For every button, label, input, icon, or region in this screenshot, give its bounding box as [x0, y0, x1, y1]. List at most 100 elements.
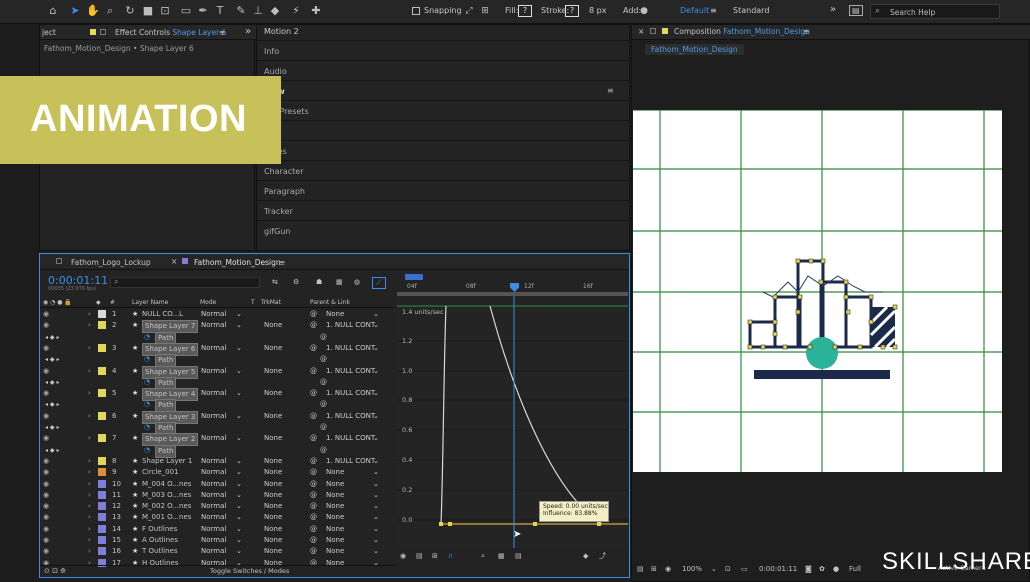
expand-arrow-icon[interactable]: ›	[88, 479, 91, 490]
trkmat-dropdown[interactable]: None	[264, 524, 282, 535]
label-color-swatch[interactable]	[98, 411, 106, 420]
keyframe-nav-icon[interactable]: ◂ ◆ ▸	[45, 445, 59, 456]
chevron-down-icon[interactable]: ⌄	[236, 501, 242, 512]
col-mode[interactable]: Mode	[200, 297, 216, 308]
mode-dropdown[interactable]: Normal	[201, 546, 226, 557]
layer-row[interactable]: ◉ › 6 ★ Shape Layer 3 Normal ⌄ None @1. NULL CON…	[40, 410, 395, 424]
chevron-down-icon[interactable]: ⌄	[236, 433, 242, 444]
pickwhip-icon[interactable]: @	[320, 332, 327, 343]
parent-dropdown[interactable]: 1. NULL CONT	[326, 456, 375, 467]
expand-arrow-icon[interactable]: ›	[88, 388, 91, 399]
chevron-down-icon[interactable]: ⌄	[373, 535, 379, 546]
zoom-level[interactable]: 100%	[682, 564, 702, 575]
panel-info[interactable]: Info	[264, 47, 279, 56]
pickwhip-icon[interactable]: @	[310, 535, 317, 546]
parent-dropdown[interactable]: None	[326, 467, 344, 478]
stopwatch-icon[interactable]: ◔	[144, 422, 150, 433]
close-tab-icon[interactable]: ×	[171, 257, 177, 266]
mode-dropdown[interactable]: Normal	[201, 467, 226, 478]
visibility-eye-icon[interactable]: ◉	[43, 535, 49, 546]
mode-dropdown[interactable]: Normal	[201, 411, 226, 422]
expand-arrow-icon[interactable]: ›	[88, 433, 91, 444]
label-color-swatch[interactable]	[98, 513, 106, 522]
comp-mini-flowchart-icon[interactable]: ⇆	[272, 277, 278, 288]
trkmat-dropdown[interactable]: None	[264, 366, 282, 377]
rotate-tool-icon[interactable]: ↻	[123, 4, 137, 18]
path-property-row[interactable]: ◂ ◆ ▸ ◔ Path @	[40, 376, 395, 390]
mode-dropdown[interactable]: Normal	[201, 320, 226, 331]
chevron-down-icon[interactable]: ⌄	[711, 564, 717, 575]
pickwhip-icon[interactable]: @	[320, 445, 327, 456]
pickwhip-icon[interactable]: @	[310, 501, 317, 512]
expand-arrow-icon[interactable]: ›	[88, 490, 91, 501]
pickwhip-icon[interactable]: @	[310, 467, 317, 478]
chevron-down-icon[interactable]: ⌄	[236, 388, 242, 399]
parent-dropdown[interactable]: 1. NULL CONT	[326, 366, 375, 377]
layer-name[interactable]: M_001 O...nes	[142, 512, 191, 523]
chevron-down-icon[interactable]: ⌄	[236, 512, 242, 523]
trkmat-dropdown[interactable]: None	[264, 411, 282, 422]
path-property-row[interactable]: ◂ ◆ ▸ ◔ Path @	[40, 354, 395, 368]
keyframe-nav-icon[interactable]: ◂ ◆ ▸	[45, 377, 59, 388]
label-color-swatch[interactable]	[98, 468, 106, 477]
sync-icon[interactable]: ▤	[849, 5, 863, 16]
close-tab-icon[interactable]: ×	[638, 27, 644, 36]
chevron-down-icon[interactable]: ⌄	[236, 535, 242, 546]
mode-dropdown[interactable]: Normal	[201, 433, 226, 444]
time-ruler[interactable]: 04f 08f 12f 16f	[397, 270, 628, 296]
hand-tool-icon[interactable]: ✋	[86, 4, 100, 18]
snap-magnet-icon[interactable]: ∩	[448, 551, 453, 562]
label-color-swatch[interactable]	[98, 490, 106, 499]
always-preview-icon[interactable]: ▤	[637, 564, 644, 575]
graph-editor[interactable]: 1.4 units/sec 1.2 1.0 0.8 0.6 0.4 0.2 0.…	[397, 296, 628, 548]
shy-layers-icon[interactable]: ☗	[316, 277, 322, 288]
pickwhip-icon[interactable]: @	[320, 422, 327, 433]
keyframe-nav-icon[interactable]: ◂ ◆ ▸	[45, 422, 59, 433]
visibility-eye-icon[interactable]: ◉	[43, 411, 49, 422]
layer-row[interactable]: ◉ › 8 ★ Shape Layer 1 Normal ⌄ None @1. NULL CON…	[40, 456, 395, 467]
visibility-eye-icon[interactable]: ◉	[43, 467, 49, 478]
visibility-eye-icon[interactable]: ◉	[43, 546, 49, 557]
safe-zones-icon[interactable]: ⊡	[725, 564, 731, 575]
search-input[interactable]: Search Help	[890, 8, 935, 17]
tab-composition[interactable]: Composition Fathom_Motion_Design	[674, 27, 810, 36]
layer-row[interactable]: ◉ › 16 ★ T Outlines Normal ⌄ None @ None ⌄	[40, 546, 395, 557]
layer-row[interactable]: ◉ › 1 ★ NULL CO...L Normal ⌄ @ None ⌄	[40, 309, 395, 320]
graph-editor-icon[interactable]: ⟋	[372, 277, 386, 289]
pickwhip-icon[interactable]: @	[310, 433, 317, 444]
workspace-default[interactable]: Default	[680, 6, 709, 15]
label-color-swatch[interactable]	[98, 434, 106, 443]
panel-tracker[interactable]: Tracker	[264, 207, 293, 216]
panel-audio[interactable]: Audio	[264, 67, 287, 76]
expand-arrow-icon[interactable]: ›	[88, 546, 91, 557]
search-help-box[interactable]: ⌕ Search Help	[870, 4, 1000, 19]
comp-subtab[interactable]: Fathom_Motion_Design	[645, 44, 744, 55]
mode-dropdown[interactable]: Normal	[201, 490, 226, 501]
trkmat-dropdown[interactable]: None	[264, 512, 282, 523]
chevron-down-icon[interactable]: ⌄	[236, 320, 242, 331]
stopwatch-icon[interactable]: ◔	[144, 332, 150, 343]
path-property-row[interactable]: ◂ ◆ ▸ ◔ Path @	[40, 444, 395, 458]
transform-box-icon[interactable]: ⊞	[432, 551, 438, 562]
col-trkmat[interactable]: TrkMat	[261, 297, 281, 308]
stopwatch-icon[interactable]: ◔	[144, 399, 150, 410]
parent-dropdown[interactable]: None	[326, 479, 344, 490]
text-tool-icon[interactable]: T	[213, 4, 227, 18]
timeline-search-input[interactable]: ⌕	[110, 277, 260, 288]
guides-icon[interactable]: ⊞	[651, 564, 657, 575]
chevron-down-icon[interactable]: ⌄	[373, 524, 379, 535]
mode-dropdown[interactable]: Normal	[201, 309, 226, 320]
layer-name[interactable]: NULL CO...L	[142, 309, 183, 320]
label-color-swatch[interactable]	[98, 456, 106, 465]
layer-row[interactable]: ◉ › 9 ★ Circle_001 Normal ⌄ None @ None ⌄	[40, 467, 395, 478]
parent-dropdown[interactable]: None	[326, 535, 344, 546]
trkmat-dropdown[interactable]: None	[264, 546, 282, 557]
zoom-tool-icon[interactable]: ⌕	[103, 4, 117, 18]
comp-timecode[interactable]: 0:00:01:11	[759, 564, 797, 575]
layer-row[interactable]: ◉ › 10 ★ M_004 O...nes Normal ⌄ None @ None ⌄	[40, 479, 395, 490]
chevron-down-icon[interactable]: ⌄	[236, 546, 242, 557]
resolution[interactable]: Full	[849, 564, 861, 575]
draft-3d-icon[interactable]: ⚙	[293, 277, 299, 288]
chevron-down-icon[interactable]: ⌄	[236, 366, 242, 377]
trkmat-dropdown[interactable]: None	[264, 343, 282, 354]
